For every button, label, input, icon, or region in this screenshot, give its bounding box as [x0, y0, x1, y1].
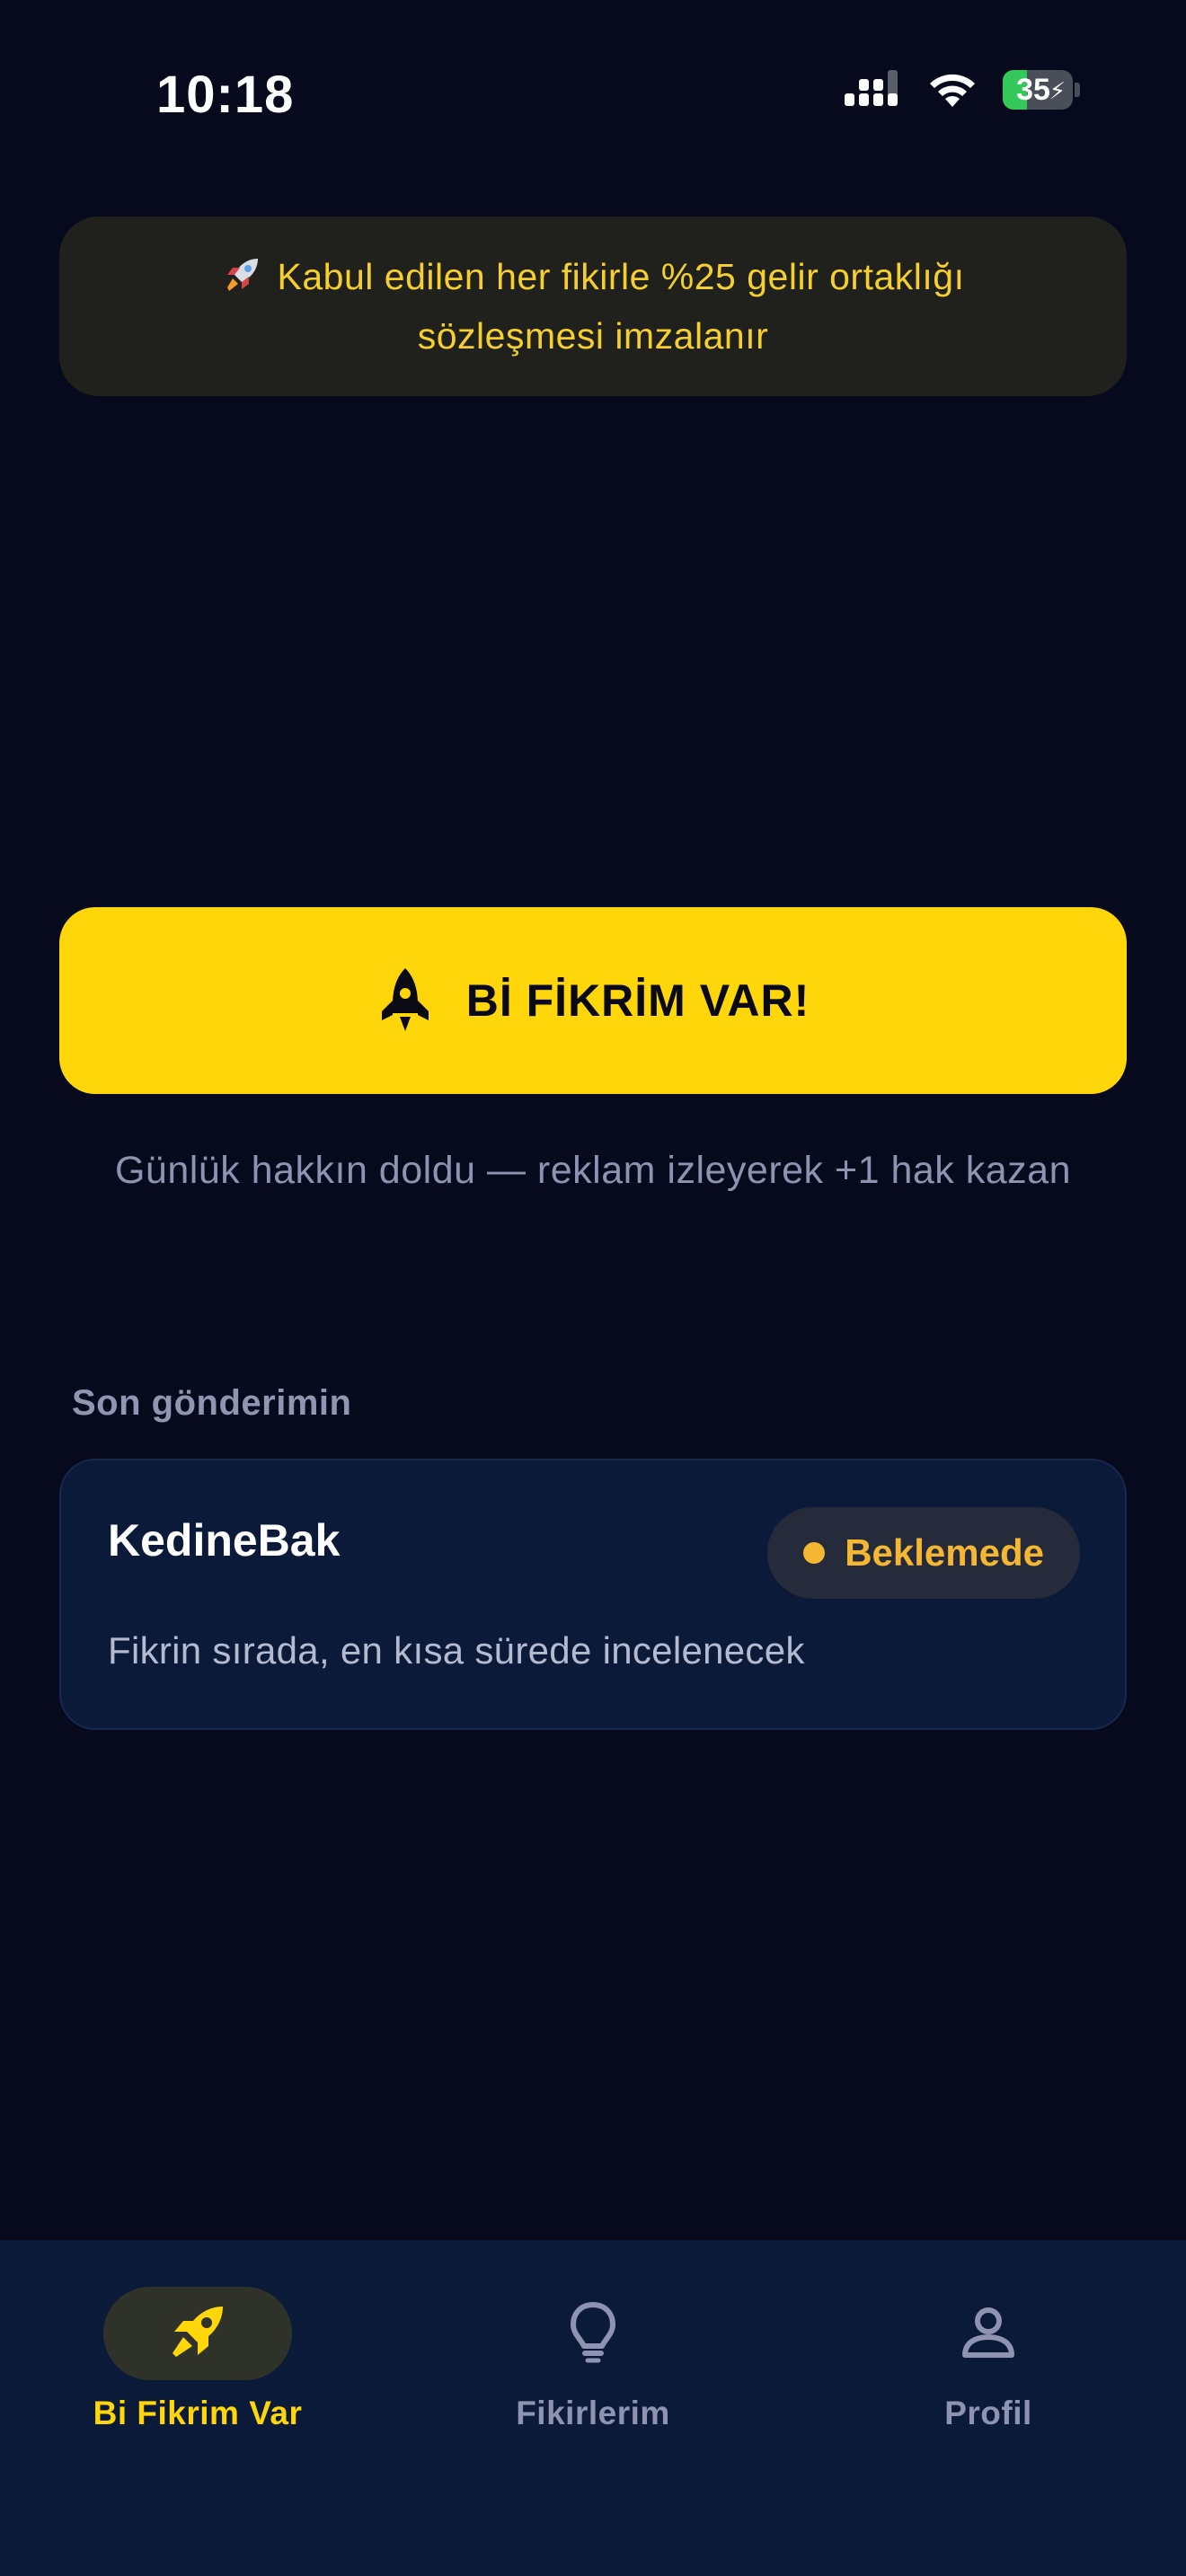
lightbulb-icon — [566, 2299, 620, 2369]
tab-bi-fikrim-var[interactable]: Bi Fikrim Var — [45, 2287, 350, 2432]
bolt-icon: ⚡ — [1049, 77, 1066, 104]
status-icons: 35 ⚡ — [845, 70, 1080, 110]
submission-description: Fikrin sırada, en kısa sürede incelenece… — [108, 1629, 805, 1672]
status-time: 10:18 — [156, 66, 295, 124]
recent-submission-card[interactable]: KedineBak Beklemede Fikrin sırada, en kı… — [59, 1459, 1127, 1730]
person-icon — [960, 2303, 1017, 2365]
status-badge: Beklemede — [767, 1507, 1080, 1599]
tab-profil[interactable]: Profil — [836, 2287, 1141, 2432]
status-text: Beklemede — [845, 1531, 1044, 1574]
submit-idea-button[interactable]: Bİ FİKRİM VAR! — [59, 907, 1127, 1094]
bottom-tab-bar: Bi Fikrim Var Fikirlerim Profil — [0, 2240, 1186, 2576]
submission-title: KedineBak — [108, 1515, 341, 1566]
rocket-icon — [376, 966, 434, 1035]
revenue-share-banner: Kabul edilen her fikirle %25 gelir ortak… — [59, 216, 1127, 396]
status-bar: 10:18 35 ⚡ — [0, 0, 1186, 180]
battery-indicator: 35 ⚡ — [1003, 70, 1080, 110]
status-dot-icon — [803, 1542, 826, 1564]
tab-label: Bi Fikrim Var — [93, 2395, 303, 2431]
rocket-icon — [165, 2299, 230, 2369]
tab-fikirlerim[interactable]: Fikirlerim — [440, 2287, 746, 2432]
rocket-icon — [222, 255, 261, 309]
cta-label: Bİ FİKRİM VAR! — [465, 975, 810, 1026]
wifi-icon — [927, 71, 978, 109]
banner-text: Kabul edilen her fikirle %25 gelir ortak… — [277, 256, 965, 357]
tab-label: Fikirlerim — [516, 2395, 670, 2431]
cellular-signal-icon — [845, 70, 902, 110]
section-title: Son gönderimin — [72, 1383, 352, 1423]
daily-limit-message: Günlük hakkın doldu — reklam izleyerek +… — [114, 1149, 1071, 1192]
tab-label: Profil — [944, 2395, 1032, 2431]
